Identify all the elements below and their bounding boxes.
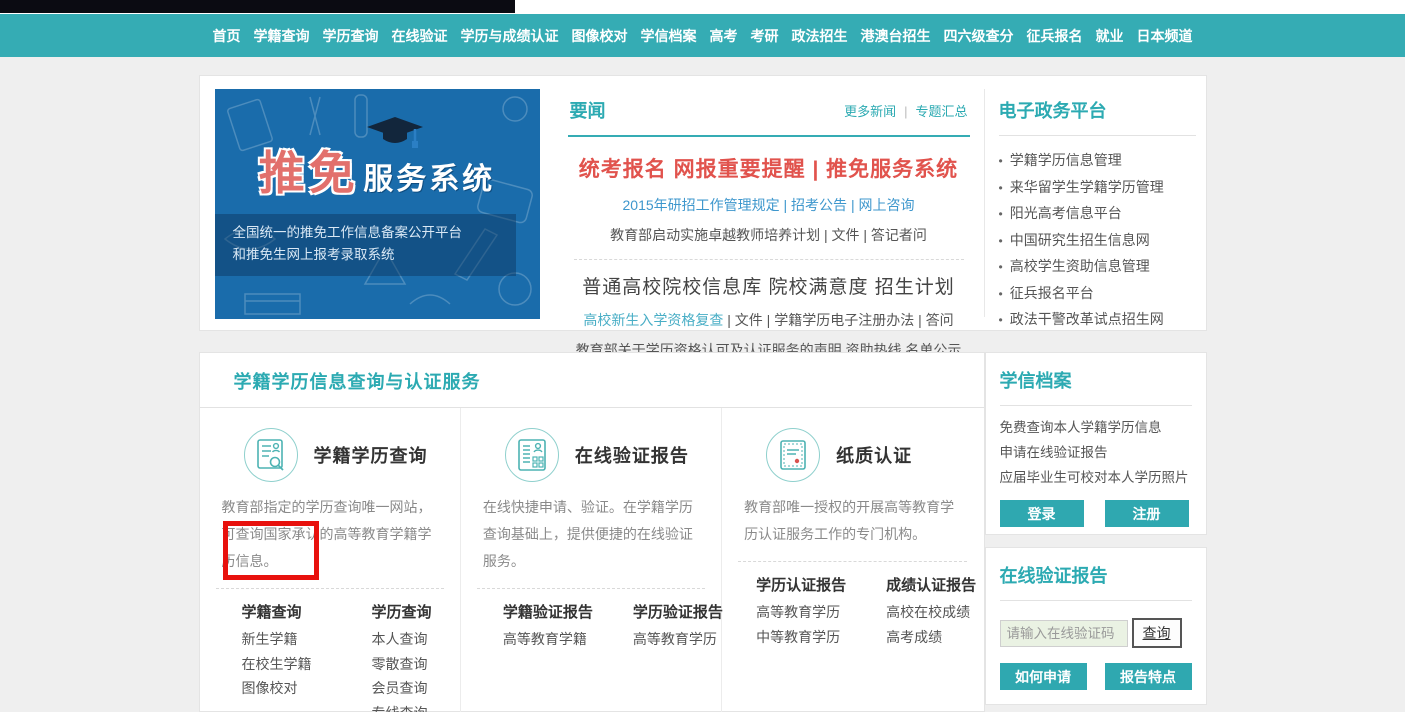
link-zhuanxian-query[interactable]: 专线查询 [372, 701, 472, 712]
archive-line-2: 申请在线验证报告 [1000, 440, 1192, 465]
register-button[interactable]: 注册 [1105, 500, 1189, 527]
news-line-regulations[interactable]: 2015年研招工作管理规定 | 招考公告 | 网上咨询 [568, 195, 970, 215]
news-line-freshman-check[interactable]: 高校新生入学资格复查 | 文件 | 学籍学历电子注册办法 | 答问 [568, 310, 970, 330]
document-verify-icon [505, 428, 559, 482]
group-title-score-auth[interactable]: 成绩认证报告 [886, 574, 986, 598]
banner-title: 推免 服务系统 [215, 137, 540, 203]
login-button[interactable]: 登录 [1000, 500, 1084, 527]
news-header: 要闻 [570, 97, 606, 123]
nav-online-verify[interactable]: 在线验证 [392, 26, 448, 46]
column-title: 学籍学历查询 [314, 442, 428, 468]
nav-japan-channel[interactable]: 日本频道 [1137, 26, 1193, 46]
archive-header: 学信档案 [1000, 371, 1072, 391]
archive-line-3: 应届毕业生可校对本人学历照片 [1000, 465, 1192, 490]
top-black-bar [0, 0, 515, 13]
how-to-apply-button[interactable]: 如何申请 [1000, 663, 1087, 690]
news-headline-1[interactable]: 统考报名 网报重要提醒 | 推免服务系统 [568, 153, 970, 183]
nav-home[interactable]: 首页 [213, 26, 241, 46]
nav-image-check[interactable]: 图像校对 [572, 26, 628, 46]
link-zaixiaosheng-xueji[interactable]: 在校生学籍 [242, 652, 342, 677]
nav-kaoyan[interactable]: 考研 [751, 26, 779, 46]
group-xueli-query: 学历查询 本人查询 零散查询 会员查询 专线查询 [372, 601, 472, 712]
group-xueli-auth-report: 学历认证报告 高等教育学历 中等教育学历 [756, 574, 856, 712]
news-line-teacher-plan[interactable]: 教育部启动实施卓越教师培养计划 | 文件 | 答记者问 [568, 225, 970, 245]
link-xinsheng-xueji[interactable]: 新生学籍 [242, 627, 342, 652]
nav-degree-score-auth[interactable]: 学历与成绩认证 [461, 26, 559, 46]
column-description: 在线快捷申请、验证。在学籍学历查询基础上，提供便捷的在线验证服务。 [461, 482, 721, 575]
egov-item-xueji-xueli-mgmt[interactable]: 学籍学历信息管理 [999, 148, 1196, 175]
top-panel: 推免 服务系统 全国统一的推免工作信息备案公开平台 和推免生网上报考录取系统 要… [199, 75, 1207, 331]
nav-conscription[interactable]: 征兵报名 [1027, 26, 1083, 46]
news-divider [574, 259, 964, 260]
column-description: 教育部唯一授权的开展高等教育学历认证服务工作的专门机构。 [722, 482, 983, 548]
group-title-xueli-verify[interactable]: 学历验证报告 [633, 601, 733, 625]
nav-cet-score[interactable]: 四六级查分 [944, 26, 1014, 46]
egov-item-student-aid[interactable]: 高校学生资助信息管理 [999, 254, 1196, 281]
group-score-auth-report: 成绩认证报告 高校在校成绩 高考成绩 [886, 574, 986, 712]
link-image-check[interactable]: 图像校对 [242, 676, 342, 701]
online-verify-panel: 在线验证报告 查询 如何申请 报告特点 [985, 547, 1207, 705]
topics-summary-link[interactable]: 专题汇总 [915, 104, 967, 119]
link-college-scores[interactable]: 高校在校成绩 [886, 600, 986, 625]
column-xueji-xueli-query: 学籍学历查询 教育部指定的学历查询唯一网站，可查询国家承认的高等教育学籍学历信息… [200, 408, 461, 712]
egov-item-yanzhao-net[interactable]: 中国研究生招生信息网 [999, 228, 1196, 255]
column-title: 在线验证报告 [575, 442, 689, 468]
link-higher-edu-xueli-auth[interactable]: 高等教育学历 [756, 600, 856, 625]
nav-employment[interactable]: 就业 [1096, 26, 1124, 46]
egov-item-foreign-students[interactable]: 来华留学生学籍学历管理 [999, 175, 1196, 202]
more-news-link[interactable]: 更多新闻 [844, 104, 896, 119]
top-strip [0, 0, 1405, 14]
report-features-button[interactable]: 报告特点 [1105, 663, 1192, 690]
group-xueji-verify-report: 学籍验证报告 高等教育学籍 [503, 601, 603, 712]
link-higher-edu-xueji[interactable]: 高等教育学籍 [503, 627, 603, 652]
group-xueji-query: 学籍查询 新生学籍 在校生学籍 图像校对 [242, 601, 342, 712]
chsi-archive-panel: 学信档案 免费查询本人学籍学历信息 申请在线验证报告 应届毕业生可校对本人学历照… [985, 352, 1207, 535]
column-paper-authentication: 纸质认证 教育部唯一授权的开展高等教育学历认证服务工作的专门机构。 学历认证报告… [722, 408, 983, 712]
tuimian-banner[interactable]: 推免 服务系统 全国统一的推免工作信息备案公开平台 和推免生网上报考录取系统 [215, 89, 540, 319]
verify-header: 在线验证报告 [1000, 566, 1108, 586]
column-description: 教育部指定的学历查询唯一网站，可查询国家承认的高等教育学籍学历信息。 [200, 482, 460, 575]
nav-xueli-query[interactable]: 学历查询 [323, 26, 379, 46]
column-title: 纸质认证 [836, 442, 912, 468]
verify-code-input[interactable] [1000, 620, 1128, 647]
nav-gangaotai[interactable]: 港澳台招生 [861, 26, 931, 46]
certificate-icon [766, 428, 820, 482]
nav-gaokao[interactable]: 高考 [710, 26, 738, 46]
egov-platform-section: 电子政务平台 学籍学历信息管理 来华留学生学籍学历管理 阳光高考信息平台 中国研… [984, 89, 1206, 317]
group-title-xueli-query[interactable]: 学历查询 [372, 601, 472, 625]
document-search-icon [244, 428, 298, 482]
group-title-xueji-verify[interactable]: 学籍验证报告 [503, 601, 603, 625]
news-section: 要闻 更多新闻|专题汇总 统考报名 网报重要提醒 | 推免服务系统 2015年研… [540, 89, 984, 317]
nav-chsi-archive[interactable]: 学信档案 [641, 26, 697, 46]
link-secondary-edu-xueli[interactable]: 中等教育学历 [756, 625, 856, 650]
egov-item-yangguang-gaokao[interactable]: 阳光高考信息平台 [999, 201, 1196, 228]
group-title-xueli-auth[interactable]: 学历认证报告 [756, 574, 856, 598]
egov-header: 电子政务平台 [999, 101, 1107, 121]
link-huiyuan-query[interactable]: 会员查询 [372, 676, 472, 701]
link-benren-query[interactable]: 本人查询 [372, 627, 472, 652]
group-title-xueji-query[interactable]: 学籍查询 [242, 601, 342, 625]
services-panel: 学籍学历信息查询与认证服务 [199, 352, 985, 712]
column-online-verify-report: 在线验证报告 在线快捷申请、验证。在学籍学历查询基础上，提供便捷的在线验证服务。… [461, 408, 722, 712]
link-higher-edu-xueli[interactable]: 高等教育学历 [633, 627, 733, 652]
link-lingsan-query[interactable]: 零散查询 [372, 652, 472, 677]
banner-subtitle: 全国统一的推免工作信息备案公开平台 和推免生网上报考录取系统 [215, 214, 516, 276]
services-header: 学籍学历信息查询与认证服务 [234, 372, 481, 392]
main-navbar: 首页 学籍查询 学历查询 在线验证 学历与成绩认证 图像校对 学信档案 高考 考… [0, 14, 1405, 57]
archive-line-1: 免费查询本人学籍学历信息 [1000, 415, 1192, 440]
egov-item-conscription[interactable]: 征兵报名平台 [999, 281, 1196, 308]
nav-zhengfa[interactable]: 政法招生 [792, 26, 848, 46]
group-xueli-verify-report: 学历验证报告 高等教育学历 [633, 601, 733, 712]
egov-item-zhengfa-pilot[interactable]: 政法干警改革试点招生网 [999, 307, 1196, 334]
news-headline-2[interactable]: 普通高校院校信息库 院校满意度 招生计划 [568, 272, 970, 299]
link-gaokao-scores[interactable]: 高考成绩 [886, 625, 986, 650]
nav-xueji-query[interactable]: 学籍查询 [254, 26, 310, 46]
query-button[interactable]: 查询 [1132, 618, 1182, 648]
